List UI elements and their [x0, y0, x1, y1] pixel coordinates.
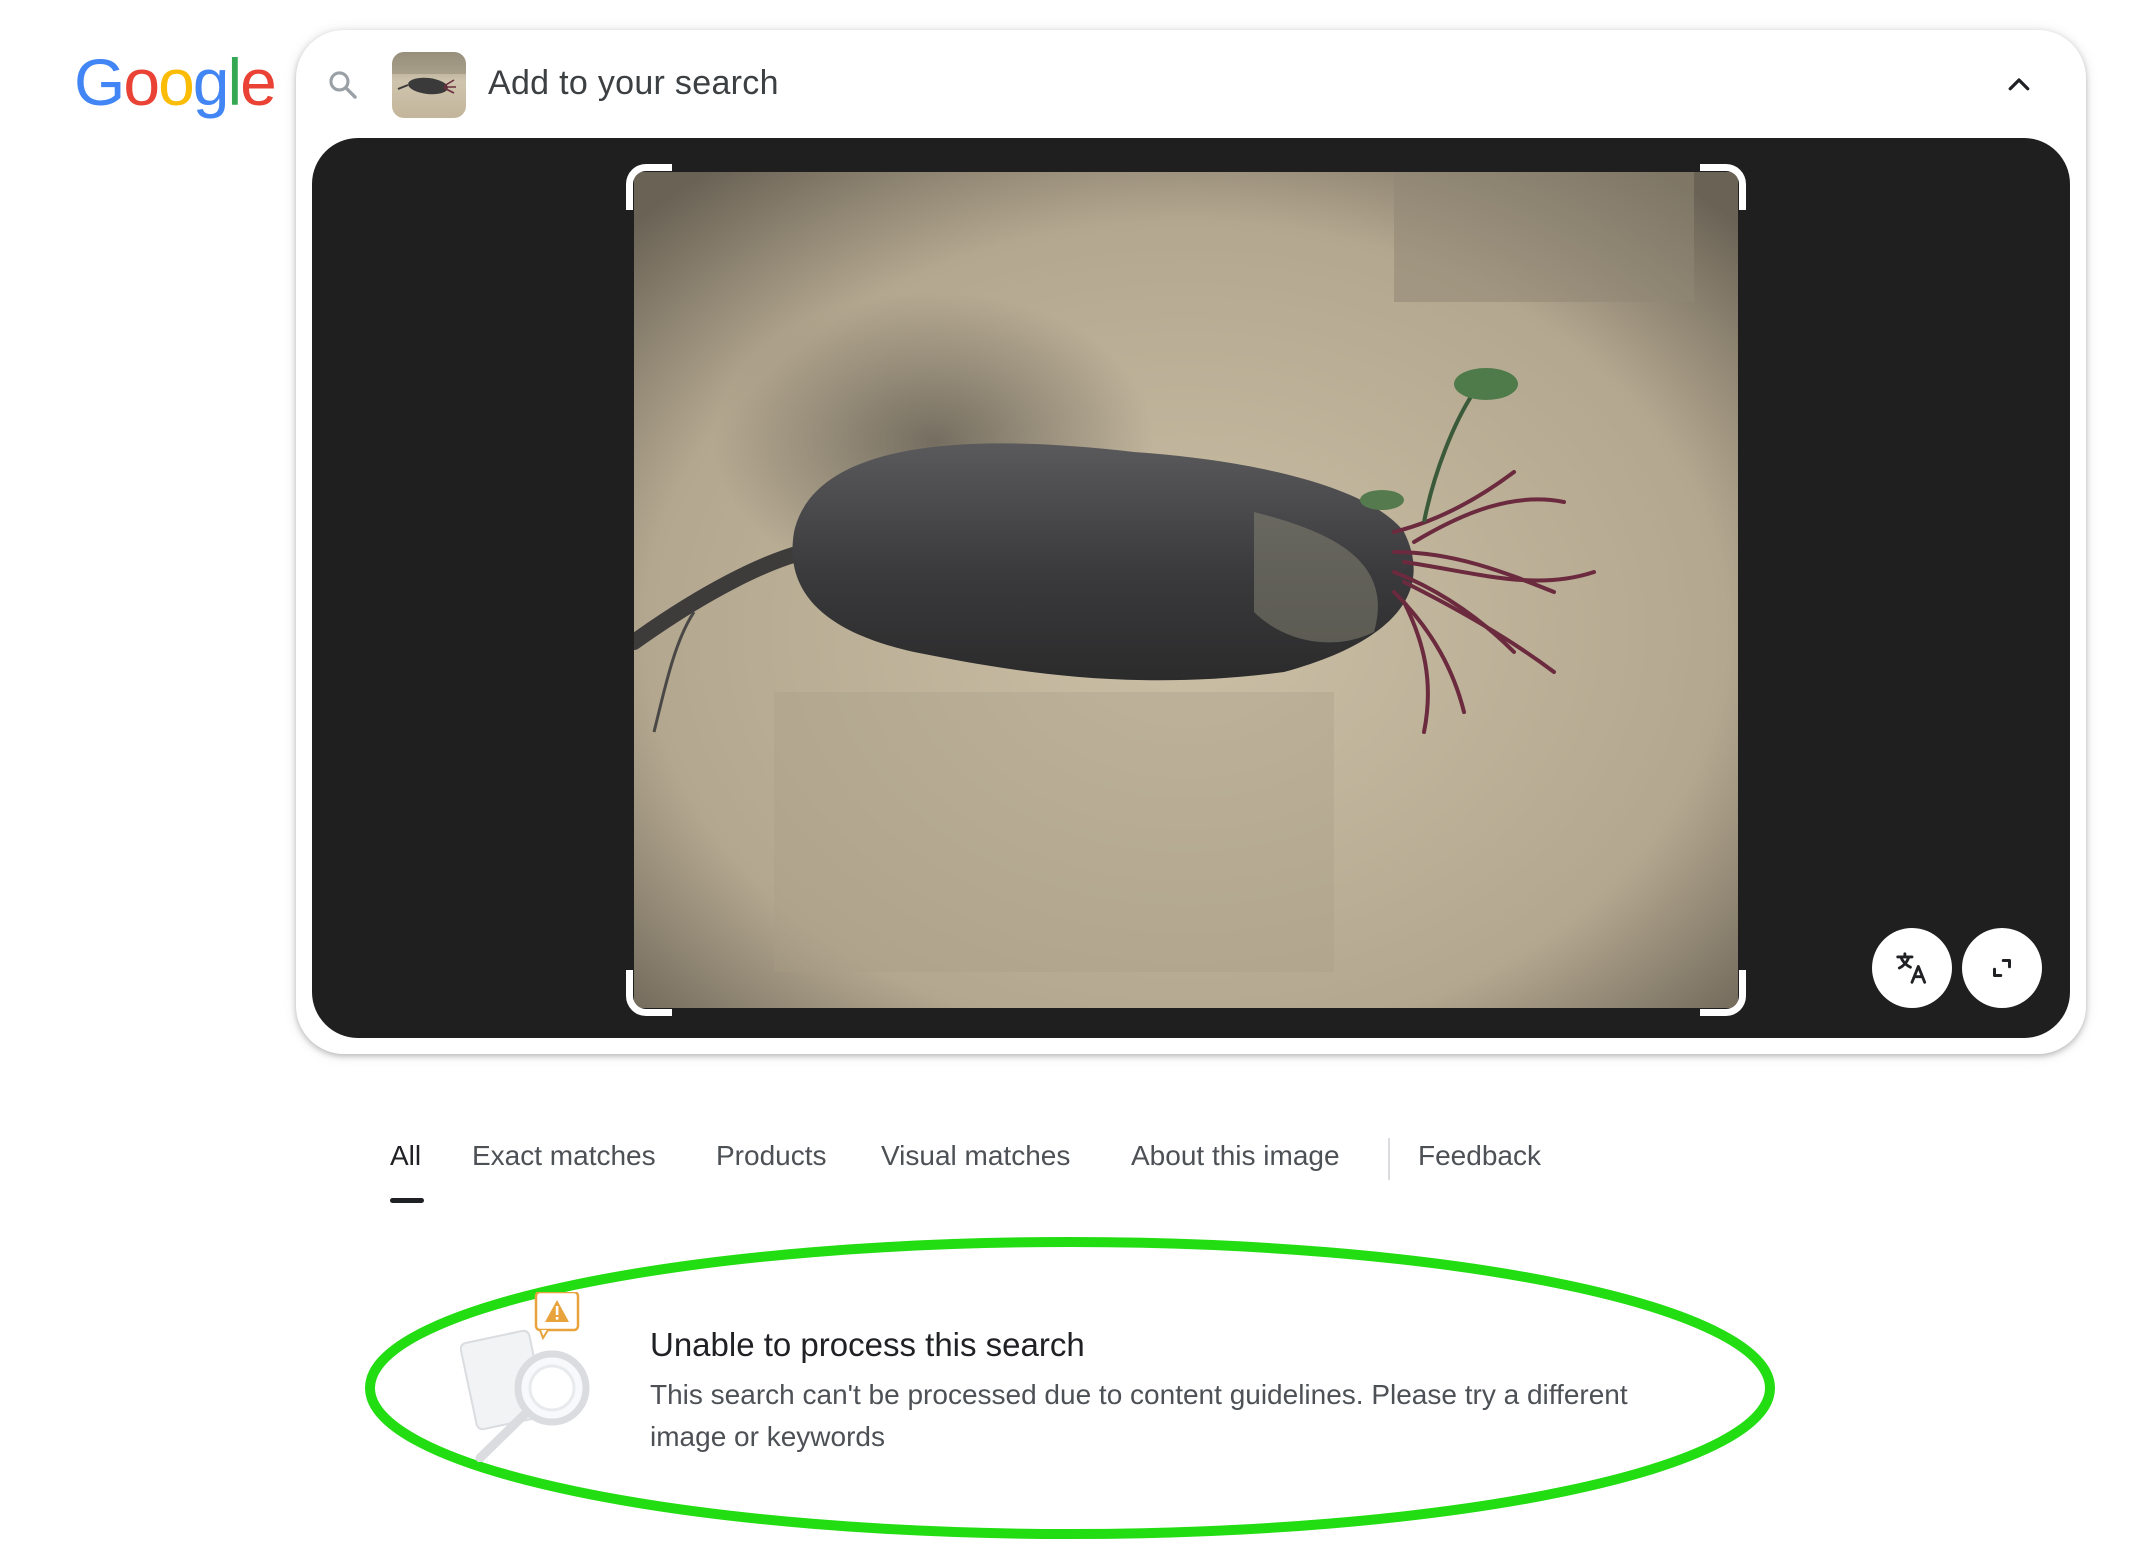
- crop-corner-top-left[interactable]: [626, 164, 672, 210]
- search-input[interactable]: Add to your search: [488, 64, 779, 103]
- active-tab-indicator: [390, 1198, 424, 1203]
- crop-selection[interactable]: [626, 164, 1746, 1016]
- tab-exact-matches[interactable]: Exact matches: [472, 1140, 656, 1172]
- uploaded-photo: [634, 172, 1738, 1008]
- translate-button[interactable]: [1872, 928, 1952, 1008]
- tab-visual-matches[interactable]: Visual matches: [881, 1140, 1070, 1172]
- query-image-thumbnail[interactable]: [392, 52, 466, 118]
- expand-icon: [1993, 959, 2011, 977]
- crop-corner-bottom-right[interactable]: [1700, 970, 1746, 1016]
- logo-letter-3: o: [158, 45, 195, 119]
- search-panel: Add to your search: [296, 30, 2086, 1054]
- google-logo[interactable]: Google: [74, 44, 277, 120]
- tab-about-this-image[interactable]: About this image: [1131, 1140, 1340, 1172]
- search-bar[interactable]: Add to your search: [296, 30, 2086, 138]
- logo-letter-5: l: [227, 45, 243, 119]
- image-viewer: [312, 138, 2070, 1038]
- tab-all[interactable]: All: [390, 1140, 421, 1172]
- crop-corner-bottom-left[interactable]: [626, 970, 672, 1016]
- logo-letter-4: g: [192, 45, 230, 119]
- tab-products[interactable]: Products: [716, 1140, 827, 1172]
- warning-magnifier-illustration: [460, 1292, 590, 1462]
- crop-corner-top-right[interactable]: [1700, 164, 1746, 210]
- error-description: This search can't be processed due to co…: [650, 1379, 1628, 1452]
- logo-letter-6: e: [240, 45, 277, 119]
- translate-icon: [1896, 952, 1927, 984]
- tab-feedback[interactable]: Feedback: [1418, 1140, 1541, 1172]
- expand-button[interactable]: [1962, 928, 2042, 1008]
- error-title: Unable to process this search: [650, 1326, 1085, 1363]
- chevron-up-icon[interactable]: [2004, 70, 2034, 100]
- logo-letter-1: G: [74, 45, 125, 119]
- logo-letter-2: o: [123, 45, 160, 119]
- error-message: Unable to process this search This searc…: [360, 1232, 1780, 1544]
- tab-divider: [1388, 1138, 1390, 1180]
- search-icon[interactable]: [326, 68, 360, 102]
